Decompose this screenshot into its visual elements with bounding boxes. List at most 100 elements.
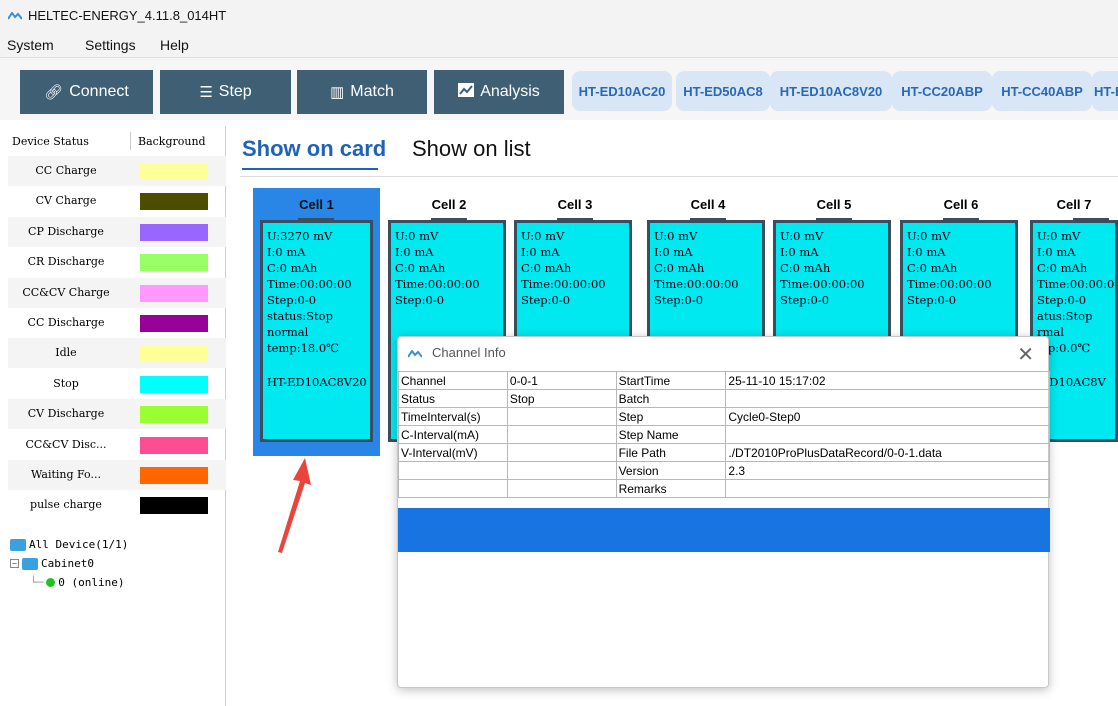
field-label: V-Interval(mV)	[398, 443, 508, 462]
status-legend-row: CR Discharge	[8, 247, 226, 277]
status-color-swatch[interactable]	[140, 436, 208, 454]
device-tab-ht-ed10ac20[interactable]: HT-ED10AC20	[572, 71, 672, 111]
cell-reading-step: Step:0-0	[907, 293, 957, 307]
cell-readings: U:0 mV I:0 mA C:0 mAh Time:00:00:00 Step:0-0	[395, 228, 480, 308]
cell-reading-step: Step:0-0	[395, 293, 445, 307]
device-tab-ht-b[interactable]: HT-B	[1092, 71, 1118, 111]
tree-node-device-0[interactable]: └─ 0 (online)	[30, 576, 124, 589]
close-icon[interactable]: ✕	[1017, 342, 1034, 367]
cell-reading-i: I:0 mA	[267, 245, 306, 259]
field-value	[725, 425, 1050, 444]
status-label: Stop	[53, 376, 79, 390]
cell-reading-c: C:0 mAh	[395, 261, 446, 275]
field-value	[506, 443, 617, 462]
cell-reading-step: Step:0-0	[780, 293, 830, 307]
status-legend-row: CV Discharge	[8, 399, 226, 430]
status-legend-row: CC Charge	[8, 156, 226, 186]
step-button[interactable]: ☰ Step	[160, 70, 291, 114]
channel-info-dialog: Channel Info ✕ Channel 0-0-1 StartTime 25-1…	[397, 336, 1050, 688]
field-value: 2.3	[725, 461, 1050, 480]
cell-reading-time: Time:00:00:00	[521, 277, 606, 291]
cell-reading-u: U:3270 mV	[267, 229, 333, 243]
menu-settings[interactable]: Settings	[85, 37, 136, 53]
status-color-swatch[interactable]	[140, 193, 208, 211]
cell-reading-i: I:0 mA	[780, 245, 819, 259]
chart-icon	[458, 83, 475, 101]
toolbar: 🔗︎ Connect ☰ Step ▥ Match Analysis HT-ED…	[0, 58, 1118, 120]
status-color-swatch[interactable]	[140, 375, 208, 393]
tab-show-on-list[interactable]: Show on list	[412, 136, 531, 162]
field-label	[398, 479, 508, 498]
cell-reading-step: Step:0-0	[654, 293, 704, 307]
cell-reading-time: Time:00:00:00	[654, 277, 739, 291]
status-label: CC&CV Disc...	[25, 437, 107, 451]
status-color-swatch[interactable]	[140, 315, 208, 332]
folder-icon	[22, 557, 38, 570]
tab-show-on-card[interactable]: Show on card	[242, 136, 386, 162]
cell-reading-status: atus:Stop	[1037, 309, 1093, 323]
menu-help[interactable]: Help	[160, 37, 189, 53]
cell-reading-i: I:0 mA	[395, 245, 434, 259]
channel-info-table: Channel 0-0-1 StartTime 25-11-10 15:17:02 St…	[398, 371, 1050, 498]
cell-reading-temp: temp:18.0℃	[267, 341, 340, 355]
cell-reading-step: Step:0-0	[1037, 293, 1087, 307]
table-row: C-Interval(mA) Step Name	[398, 425, 1050, 444]
cell-title: Cell 1	[299, 196, 334, 212]
analysis-button[interactable]: Analysis	[434, 70, 564, 114]
table-row: TimeInterval(s) Step Cycle0-Step0	[398, 407, 1050, 426]
status-label: CP Discharge	[28, 224, 104, 238]
field-value	[725, 479, 1050, 498]
dialog-title-bar: Channel Info ✕	[398, 337, 1048, 369]
status-label: CV Charge	[35, 194, 97, 208]
cell-reading-u: U:0 mV	[1037, 229, 1081, 243]
status-color-swatch[interactable]	[140, 223, 208, 241]
status-label: CC&CV Charge	[22, 285, 110, 299]
field-label: Remarks	[615, 479, 727, 498]
device-tab-ht-cc40abp[interactable]: HT-CC40ABP	[992, 71, 1092, 111]
device-tab-ht-ed10ac8v20[interactable]: HT-ED10AC8V20	[770, 71, 892, 111]
field-label: TimeInterval(s)	[398, 407, 508, 426]
status-color-swatch[interactable]	[140, 254, 208, 272]
status-legend-row: Idle	[8, 338, 226, 369]
field-label: Step	[615, 407, 727, 426]
status-color-swatch[interactable]	[140, 467, 208, 484]
list-icon: ☰	[199, 84, 213, 101]
status-label: Idle	[55, 346, 77, 360]
cell-title: Cell 5	[816, 196, 852, 212]
cell-reading-time: Time:00:00:0	[1037, 277, 1115, 291]
field-value	[725, 389, 1050, 408]
status-color-swatch[interactable]	[140, 406, 208, 424]
field-label: StartTime	[615, 371, 727, 390]
field-label: C-Interval(mA)	[398, 425, 508, 444]
tree-device-label: 0 (online)	[58, 576, 125, 589]
table-row: V-Interval(mV) File Path ./DT2010ProPlusDa…	[398, 443, 1050, 462]
menu-system[interactable]: System	[7, 37, 54, 53]
status-color-swatch[interactable]	[140, 497, 208, 515]
collapse-icon[interactable]: −	[10, 559, 19, 568]
status-label: CV Discharge	[27, 407, 105, 421]
device-status-header: Device Status	[12, 135, 89, 148]
selected-row-highlight[interactable]	[398, 508, 1050, 552]
connect-button[interactable]: 🔗︎ Connect	[20, 70, 153, 114]
status-label: CR Discharge	[27, 255, 105, 269]
field-label: File Path	[615, 443, 727, 462]
device-tab-ht-cc20abp[interactable]: HT-CC20ABP	[892, 71, 992, 111]
cell-reading-i: I:0 mA	[1037, 245, 1076, 259]
status-color-swatch[interactable]	[140, 163, 208, 180]
cell-title: Cell 7	[1056, 196, 1092, 212]
tree-node-cabinet0[interactable]: − Cabinet0	[10, 557, 94, 570]
device-tab-ht-ed50ac8[interactable]: HT-ED50AC8	[676, 71, 770, 111]
table-row: Status Stop Batch	[398, 389, 1050, 408]
cell-readings: U:0 mV I:0 mA C:0 mAh Time:00:00:00 Step:0-0	[907, 228, 992, 308]
menu-bar: System Settings Help	[0, 32, 1118, 58]
field-value	[506, 461, 617, 480]
field-value	[506, 425, 617, 444]
status-color-swatch[interactable]	[140, 284, 208, 302]
cell-reading-time: Time:00:00:00	[395, 277, 480, 291]
cell-card-1[interactable]: Cell 1 U:3270 mV I:0 mA C:0 mAh Time:00:00:0…	[253, 188, 380, 456]
cell-reading-model: HT-ED10AC8V20	[267, 375, 367, 389]
tree-node-all-devices[interactable]: All Device(1/1)	[10, 538, 128, 551]
cell-reading-i: I:0 mA	[907, 245, 946, 259]
status-color-swatch[interactable]	[140, 345, 208, 363]
match-button[interactable]: ▥ Match	[297, 70, 427, 114]
